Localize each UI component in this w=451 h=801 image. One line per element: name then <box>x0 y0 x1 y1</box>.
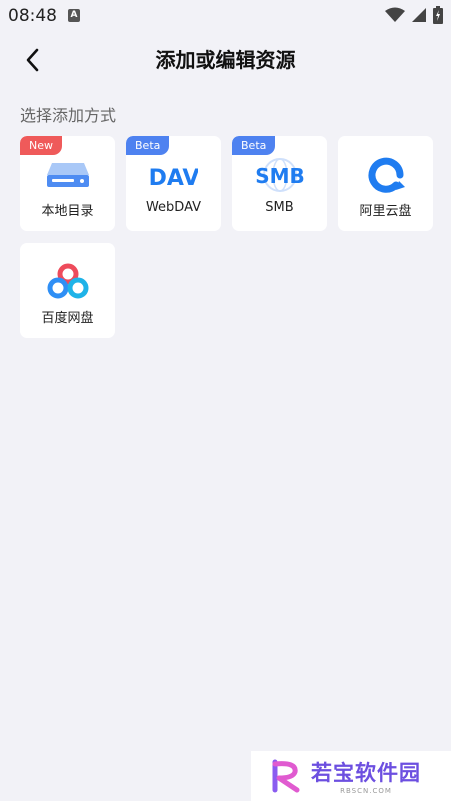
status-icons <box>385 6 443 24</box>
status-time: 08:48 <box>8 6 57 26</box>
aliyun-drive-icon <box>368 157 405 193</box>
battery-icon <box>433 6 443 24</box>
source-label: 本地目录 <box>41 204 94 219</box>
beta-badge: Beta <box>232 136 276 155</box>
baidu-netdisk-icon <box>47 263 88 299</box>
source-card-local[interactable]: New 本地目录 <box>20 136 115 231</box>
source-label: 百度网盘 <box>41 311 94 326</box>
hard-drive-icon <box>46 163 89 187</box>
beta-badge: Beta <box>126 136 170 155</box>
page-title: 添加或编辑资源 <box>155 48 296 72</box>
new-badge: New <box>20 136 62 155</box>
watermark-name: 若宝软件园 <box>311 761 421 785</box>
source-label: WebDAV <box>145 200 202 215</box>
source-label: 阿里云盘 <box>359 204 412 219</box>
source-card-baidu[interactable]: 百度网盘 <box>20 243 115 338</box>
svg-text:DAV: DAV <box>150 166 198 191</box>
notification-icon: A <box>68 9 80 22</box>
watermark-logo-icon <box>272 759 300 793</box>
svg-text:SMB: SMB <box>256 164 304 188</box>
source-card-webdav[interactable]: Beta DAV WebDAV <box>126 136 221 231</box>
watermark: 若宝软件园 RBSCN.COM <box>251 751 451 801</box>
smb-icon: SMB <box>256 158 304 192</box>
wifi-icon <box>385 7 405 22</box>
source-label: SMB <box>265 200 294 215</box>
source-card-aliyun[interactable]: 阿里云盘 <box>338 136 433 231</box>
signal-icon <box>412 8 426 22</box>
section-label: 选择添加方式 <box>20 106 117 125</box>
source-card-smb[interactable]: Beta SMB SMB <box>232 136 327 231</box>
source-grid: New 本地目录 Beta DAV WebDAV Beta SMB SMB 阿里… <box>20 136 433 338</box>
app-bar: 添加或编辑资源 <box>0 32 451 84</box>
watermark-url: RBSCN.COM <box>340 787 392 795</box>
dav-icon: DAV <box>150 166 198 191</box>
status-bar: 08:48 A <box>0 0 451 32</box>
